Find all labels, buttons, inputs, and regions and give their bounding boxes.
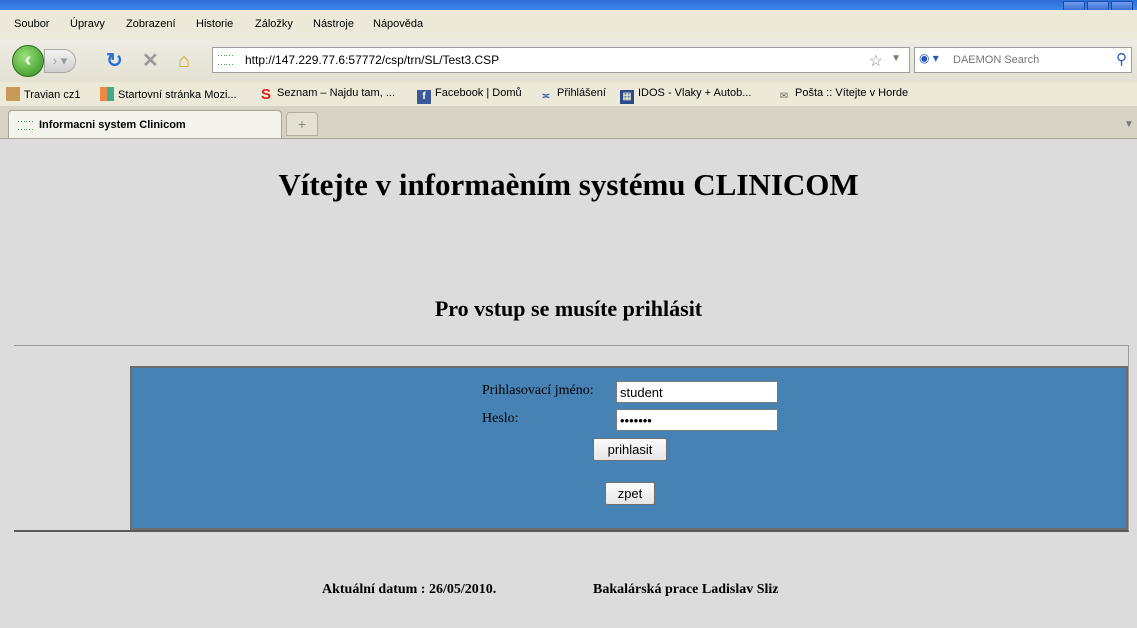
bookmark-star-icon[interactable]: ☆ [869,51,883,71]
bookmark-startovni[interactable]: Startovní stránka Mozi... [100,87,237,101]
tab-list-icon[interactable]: ▼ [1122,114,1136,136]
reload-icon[interactable]: ↻ [106,50,123,72]
bookmark-label: Startovní stránka Mozi... [118,89,237,101]
travian-icon [6,87,20,101]
stop-icon[interactable]: ✕ [142,50,159,72]
back-link-button[interactable]: zpet [605,482,655,505]
menu-item-upravy[interactable]: Úpravy [70,18,105,30]
current-date: Aktuální datum : 26/05/2010. [322,582,497,597]
window-title-strip [0,0,1137,10]
page-title: Vítejte v informaèním systému CLINICOM [278,167,859,202]
bookmark-travian[interactable]: Travian cz1 [6,87,80,101]
bookmark-idos[interactable]: ▦ IDOS - Vlaky + Autob... [620,87,751,104]
search-input[interactable] [953,52,1103,68]
login-button[interactable]: prihlasit [593,438,667,461]
menu-item-soubor[interactable]: Soubor [14,18,49,30]
search-icon[interactable]: ⚲ [1116,50,1127,68]
forward-button[interactable]: › ▾ [44,49,76,73]
bookmark-seznam[interactable]: S Seznam – Najdu tam, ... [259,87,395,102]
username-label: Prihlasovací jméno: [482,383,594,398]
bookmark-label: IDOS - Vlaky + Autob... [638,87,752,99]
password-field[interactable] [616,409,778,431]
bookmark-facebook[interactable]: f Facebook | Domů [417,87,522,104]
password-label: Heslo: [482,411,519,426]
navigation-toolbar: ‹ › ▾ ↻ ✕ ⌂ ⋯⋯ ⋯⋯ http://147.229.77.6:577… [0,38,1137,83]
bookmark-prihlaseni[interactable]: ≍ Přihlášení [539,87,606,104]
bookmark-label: Seznam – Najdu tam, ... [277,87,395,99]
menu-bar: Soubor Úpravy Zobrazení Historie Záložky… [0,10,1137,39]
mail-icon: ✉ [779,91,789,102]
page-content: Vítejte v informaèním systému CLINICOM P… [0,139,1137,628]
username-field[interactable] [616,381,778,403]
bookmark-label: Facebook | Domů [435,87,522,99]
login-prompt: Pro vstup se musíte prihlásit [434,296,703,321]
url-dropdown-icon[interactable]: ▼ [891,53,901,64]
facebook-icon: f [417,90,431,104]
tab-clinicom[interactable]: ⋯⋯ ⋯⋯ Informacni system Clinicom [8,110,282,138]
menu-item-napoveda[interactable]: Nápověda [373,18,423,30]
menu-item-nastroje[interactable]: Nástroje [313,18,354,30]
login-panel: Prihlasovací jméno: Heslo: prihlasit zpe… [130,366,1128,530]
site-favicon-icon: ⋯⋯ ⋯⋯ [217,50,234,69]
bookmark-label: Travian cz1 [24,89,81,101]
menu-item-zalozky[interactable]: Záložky [255,18,293,30]
home-icon[interactable]: ⌂ [178,50,190,72]
idos-icon: ▦ [620,90,634,104]
address-bar[interactable]: ⋯⋯ ⋯⋯ http://147.229.77.6:57772/csp/trn/S… [212,47,910,73]
bookmarks-toolbar: Travian cz1 Startovní stránka Mozi... SS… [0,82,1137,107]
menu-item-historie[interactable]: Historie [196,18,233,30]
login-site-icon: ≍ [541,91,551,102]
bookmark-posta[interactable]: ✉ Pošta :: Vítejte v Horde [777,87,908,104]
search-engine-icon[interactable]: ◉ ▾ [919,51,949,69]
tab-title: Informacni system Clinicom [39,119,186,131]
mozilla-icon [100,87,114,101]
tab-bar: ⋯⋯ ⋯⋯ Informacni system Clinicom + ▼ [0,106,1137,139]
url-text[interactable]: http://147.229.77.6:57772/csp/trn/SL/Tes… [245,53,499,67]
bookmark-label: Přihlášení [557,87,606,99]
new-tab-button[interactable]: + [286,112,318,136]
bookmark-label: Pošta :: Vítejte v Horde [795,87,909,99]
back-button[interactable]: ‹ [12,45,44,77]
search-box[interactable]: ◉ ▾ ⚲ [914,47,1132,73]
menu-item-zobrazeni[interactable]: Zobrazení [126,18,176,30]
author-credit: Bakalárská prace Ladislav Sliz [593,582,779,597]
tab-favicon-icon: ⋯⋯ ⋯⋯ [17,116,34,134]
seznam-icon: S [260,86,271,103]
